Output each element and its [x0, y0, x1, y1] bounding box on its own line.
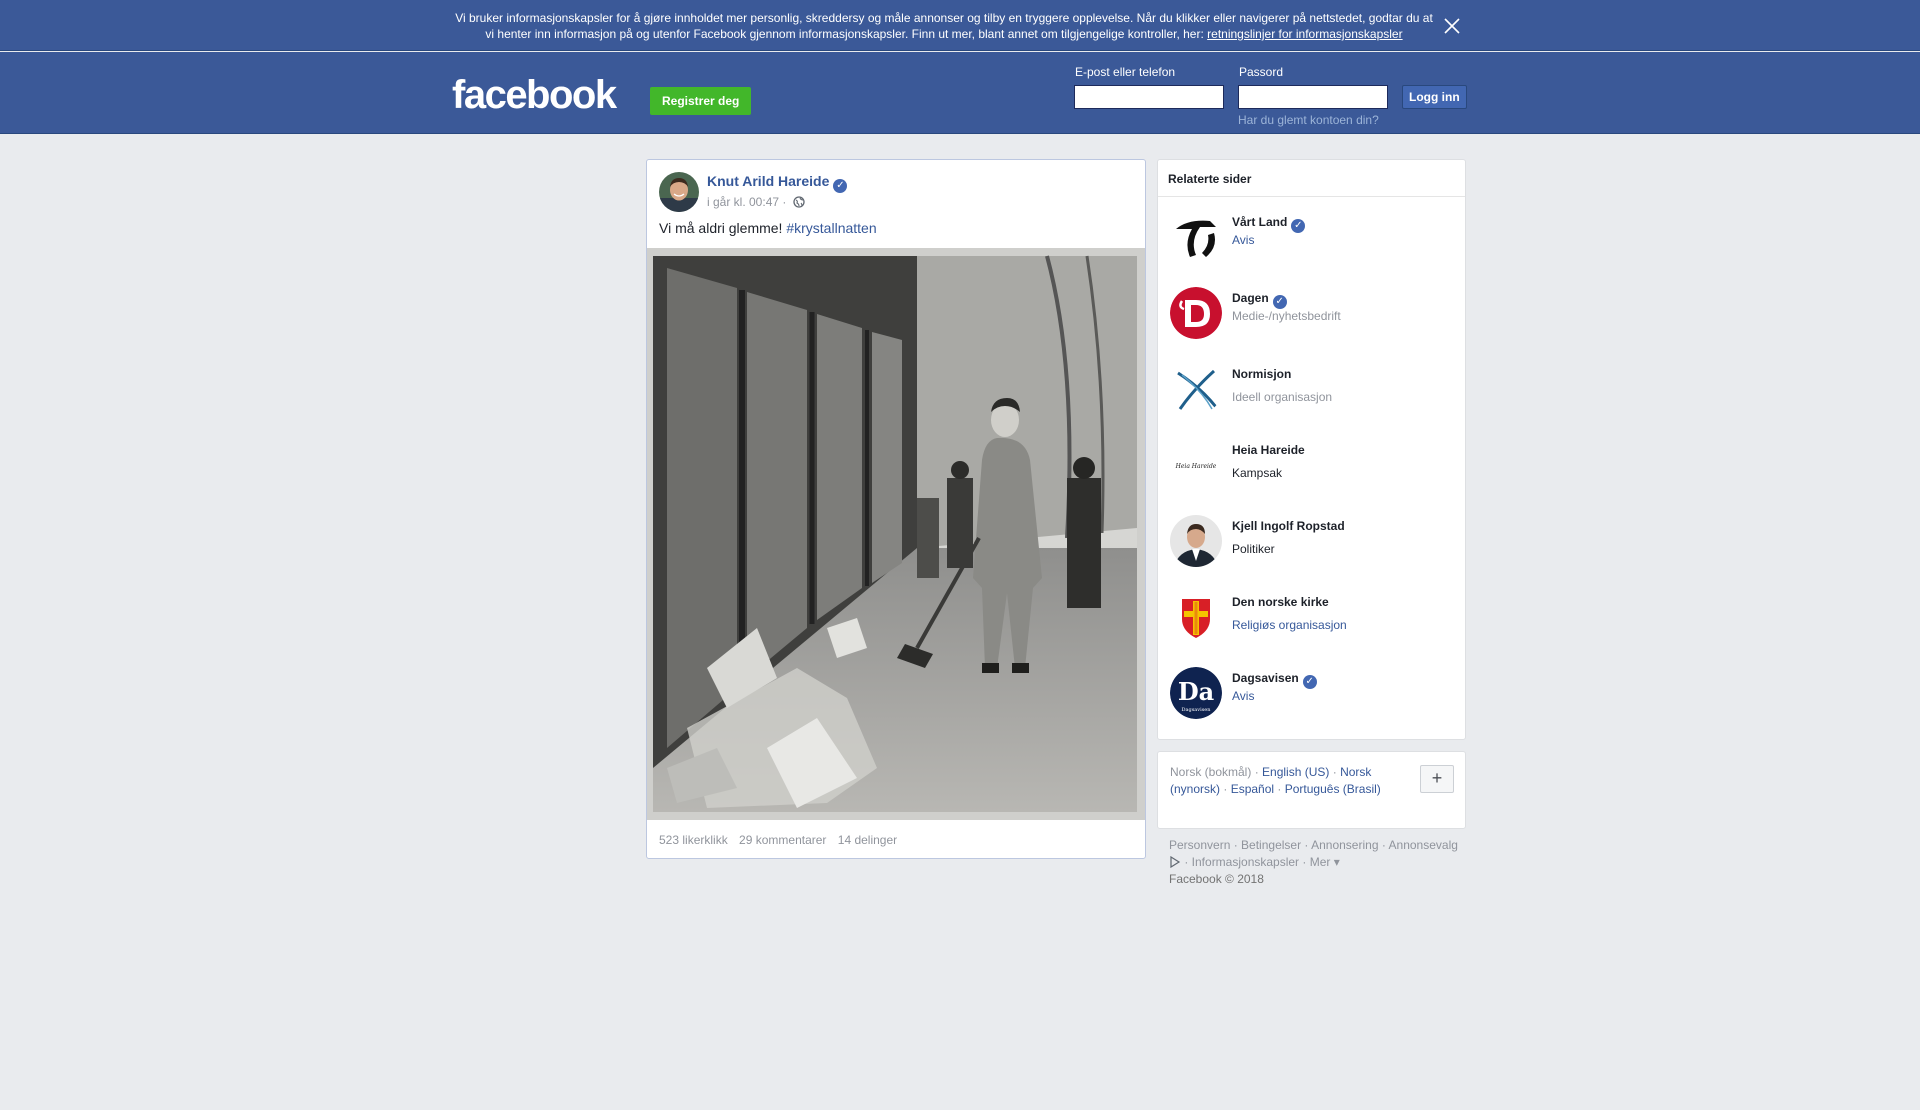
related-page-category: Ideell organisasjon: [1232, 390, 1333, 404]
verified-badge-icon: ✓: [1302, 675, 1317, 689]
language-spanish[interactable]: Español: [1231, 782, 1274, 796]
related-page-dagsavisen[interactable]: Da Dagsavisen Dagsavisen ✓ Avis: [1158, 667, 1465, 729]
den-norske-kirke-logo: [1170, 591, 1222, 643]
footer-ads[interactable]: Annonsering: [1311, 838, 1378, 852]
related-page-heia-hareide[interactable]: Heia Hareide Heia Hareide Kampsak: [1158, 439, 1465, 501]
related-page-category[interactable]: Avis: [1232, 233, 1254, 247]
post-time[interactable]: i går kl. 00:47 ·: [707, 195, 786, 209]
footer-links: Personvern · Betingelser · Annonsering ·…: [1169, 838, 1458, 886]
password-input[interactable]: [1238, 85, 1388, 109]
related-page-vart-land[interactable]: Vårt Land ✓ Avis: [1158, 211, 1465, 273]
language-selector: Norsk (bokmål) · English (US) · Norsk (n…: [1157, 751, 1466, 829]
related-page-normisjon[interactable]: Normisjon Ideell organisasjon: [1158, 363, 1465, 425]
language-list: Norsk (bokmål) · English (US) · Norsk (n…: [1170, 765, 1381, 796]
vart-land-logo: [1170, 211, 1222, 263]
ropstad-avatar: [1170, 515, 1222, 567]
likes-count[interactable]: 523 likerklikk: [659, 833, 728, 847]
login-button[interactable]: Logg inn: [1402, 85, 1467, 109]
cookie-banner-text: Vi bruker informasjonskapsler for å gjør…: [452, 10, 1436, 42]
footer-copyright: Facebook © 2018: [1169, 872, 1264, 886]
post-stats: 523 likerklikk 29 kommentarer 14 delinge…: [659, 833, 905, 847]
add-language-button[interactable]: +: [1420, 765, 1454, 793]
facebook-logo[interactable]: facebook: [452, 75, 617, 115]
language-english[interactable]: English (US): [1262, 765, 1329, 779]
footer-adchoices-label[interactable]: Annonsevalg: [1389, 838, 1458, 852]
dagen-logo: [1170, 287, 1222, 339]
verified-badge-icon: ✓: [833, 179, 848, 193]
related-page-name[interactable]: Dagen ✓: [1232, 291, 1287, 309]
shares-count[interactable]: 14 delinger: [838, 833, 897, 847]
top-bar: facebook Registrer deg E-post eller tele…: [0, 52, 1920, 134]
language-portuguese[interactable]: Português (Brasil): [1285, 782, 1381, 796]
dagsavisen-logo-subtext: Dagsavisen: [1182, 707, 1212, 713]
related-page-category: Medie-/nyhetsbedrift: [1232, 309, 1341, 323]
dagen-name[interactable]: Dagen: [1232, 291, 1269, 305]
heia-hareide-logo-text: Heia Hareide: [1175, 463, 1217, 470]
author-avatar[interactable]: [659, 172, 699, 212]
post-message: Vi må aldri glemme!: [659, 220, 783, 236]
heia-hareide-logo: Heia Hareide: [1170, 439, 1222, 491]
normisjon-logo: [1170, 363, 1222, 415]
register-button[interactable]: Registrer deg: [650, 87, 752, 115]
post-card: Knut Arild Hareide ✓ i går kl. 00:47 · Vi…: [646, 159, 1146, 859]
language-current: Norsk (bokmål): [1170, 765, 1252, 779]
post-timestamp: i går kl. 00:47 ·: [707, 195, 805, 209]
cookie-banner: Vi bruker informasjonskapsler for å gjør…: [0, 0, 1920, 51]
globe-icon: [793, 196, 805, 208]
comments-count[interactable]: 29 kommentarer: [739, 833, 826, 847]
dagsavisen-logo: Da Dagsavisen: [1170, 667, 1222, 719]
post-author-name[interactable]: Knut Arild Hareide: [707, 173, 829, 189]
hashtag-link[interactable]: #krystallnatten: [786, 220, 876, 236]
email-input[interactable]: [1074, 85, 1224, 109]
dagsavisen-logo-text: Da: [1178, 677, 1214, 706]
related-page-name[interactable]: Den norske kirke: [1232, 595, 1329, 609]
related-page-category: Kampsak: [1232, 466, 1283, 480]
related-page-den-norske-kirke[interactable]: Den norske kirke Religiøs organisasjon: [1158, 591, 1465, 653]
related-page-name[interactable]: Vårt Land ✓: [1232, 215, 1306, 233]
related-pages-title: Relaterte sider: [1158, 160, 1465, 197]
footer-terms[interactable]: Betingelser: [1241, 838, 1301, 852]
post-photo[interactable]: Hüte Hüte: [647, 248, 1145, 820]
related-page-category[interactable]: Avis: [1232, 689, 1254, 703]
forgot-account-link[interactable]: Har du glemt kontoen din?: [1238, 113, 1379, 127]
related-page-name[interactable]: Heia Hareide: [1232, 443, 1305, 457]
footer-cookies[interactable]: Informasjonskapsler: [1192, 855, 1299, 869]
related-page-name[interactable]: Dagsavisen ✓: [1232, 671, 1317, 689]
related-page-category[interactable]: Religiøs organisasjon: [1232, 618, 1347, 632]
cookie-policy-link[interactable]: retningslinjer for informasjonskapsler: [1207, 27, 1402, 41]
related-page-name[interactable]: Kjell Ingolf Ropstad: [1232, 519, 1345, 533]
footer-more[interactable]: Mer ▾: [1310, 855, 1340, 869]
related-page-dagen[interactable]: Dagen ✓ Medie-/nyhetsbedrift: [1158, 287, 1465, 349]
footer-privacy[interactable]: Personvern: [1169, 838, 1230, 852]
email-label: E-post eller telefon: [1075, 65, 1176, 79]
related-pages-panel: Relaterte sider Vårt Land ✓ Avis Dagen ✓ M…: [1157, 159, 1466, 740]
verified-badge-icon: ✓: [1272, 295, 1287, 309]
post-author[interactable]: Knut Arild Hareide ✓: [707, 173, 848, 193]
related-page-category: Politiker: [1232, 542, 1275, 556]
vart-land-name[interactable]: Vårt Land: [1232, 215, 1287, 229]
footer-more-label[interactable]: Mer: [1310, 855, 1331, 869]
post-text: Vi må aldri glemme! #krystallnatten: [659, 220, 877, 236]
adchoices-icon: [1170, 855, 1181, 869]
verified-badge-icon: ✓: [1291, 219, 1306, 233]
close-icon[interactable]: [1442, 16, 1462, 36]
related-page-name[interactable]: Normisjon: [1232, 367, 1291, 381]
dagsavisen-name[interactable]: Dagsavisen: [1232, 671, 1299, 685]
password-label: Passord: [1239, 65, 1284, 79]
related-page-kjell-ingolf-ropstad[interactable]: Kjell Ingolf Ropstad Politiker: [1158, 515, 1465, 577]
